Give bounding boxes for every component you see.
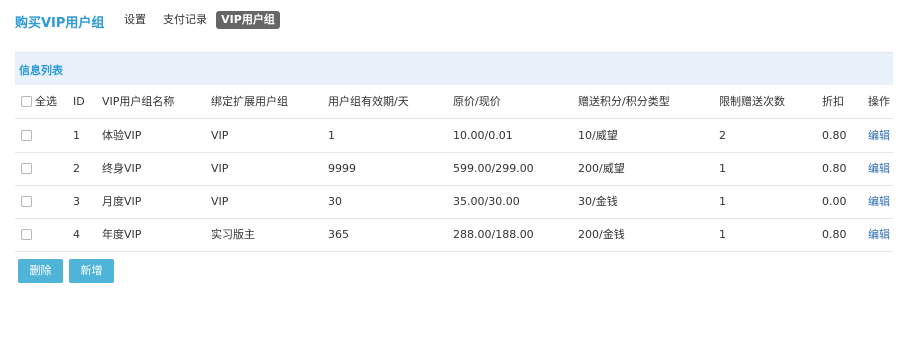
column-header-bind-group: 绑定扩展用户组 <box>211 95 288 108</box>
top-bar: 购买VIP用户组 设置 支付记录 VIP用户组 <box>0 0 910 40</box>
column-header-points: 赠送积分/积分类型 <box>578 95 670 108</box>
column-header-validity: 用户组有效期/天 <box>328 95 409 108</box>
row-validity: 1 <box>328 129 335 142</box>
edit-link[interactable]: 编辑 <box>868 218 890 251</box>
column-header-name: VIP用户组名称 <box>102 95 175 108</box>
row-discount: 0.80 <box>822 162 847 175</box>
row-bind-group: VIP <box>211 195 229 208</box>
panel-title: 信息列表 <box>19 64 63 77</box>
row-id: 4 <box>73 228 80 241</box>
row-limit: 1 <box>719 228 726 241</box>
tab-payment-records[interactable]: 支付记录 <box>163 11 207 29</box>
select-all-checkbox[interactable] <box>21 96 32 107</box>
row-name: 终身VIP <box>102 162 142 175</box>
row-id: 3 <box>73 195 80 208</box>
row-name: 年度VIP <box>102 228 142 241</box>
row-price: 10.00/0.01 <box>453 129 513 142</box>
row-discount: 0.80 <box>822 228 847 241</box>
row-discount: 0.00 <box>822 195 847 208</box>
row-price: 599.00/299.00 <box>453 162 534 175</box>
column-header-limit: 限制赠送次数 <box>719 95 785 108</box>
tab-settings[interactable]: 设置 <box>124 11 146 29</box>
page-title: 购买VIP用户组 <box>15 16 105 31</box>
row-price: 288.00/188.00 <box>453 228 534 241</box>
row-limit: 1 <box>719 162 726 175</box>
edit-link[interactable]: 编辑 <box>868 119 890 152</box>
tab-vip-groups[interactable]: VIP用户组 <box>216 11 280 29</box>
delete-button[interactable]: 删除 <box>18 259 63 283</box>
row-validity: 9999 <box>328 162 356 175</box>
row-limit: 2 <box>719 129 726 142</box>
row-id: 1 <box>73 129 80 142</box>
column-header-price: 原价/现价 <box>453 95 501 108</box>
column-header-action: 操作 <box>868 95 890 108</box>
row-bind-group: VIP <box>211 162 229 175</box>
row-checkbox[interactable] <box>21 130 32 141</box>
row-points: 200/威望 <box>578 162 625 175</box>
select-all-label: 全选 <box>35 95 57 108</box>
row-price: 35.00/30.00 <box>453 195 520 208</box>
add-button[interactable]: 新增 <box>69 259 114 283</box>
table-header: 全选 ID VIP用户组名称 绑定扩展用户组 用户组有效期/天 原价/现价 赠送… <box>15 85 893 119</box>
row-bind-group: VIP <box>211 129 229 142</box>
row-id: 2 <box>73 162 80 175</box>
row-bind-group: 实习版主 <box>211 228 255 241</box>
row-points: 10/威望 <box>578 129 618 142</box>
row-limit: 1 <box>719 195 726 208</box>
row-validity: 365 <box>328 228 349 241</box>
row-checkbox[interactable] <box>21 163 32 174</box>
edit-link[interactable]: 编辑 <box>868 185 890 218</box>
column-header-discount: 折扣 <box>822 95 844 108</box>
table-row: 1 体验VIP VIP 1 10.00/0.01 10/威望 2 0.80 编辑 <box>15 119 893 153</box>
row-checkbox[interactable] <box>21 196 32 207</box>
row-validity: 30 <box>328 195 342 208</box>
edit-link[interactable]: 编辑 <box>868 152 890 185</box>
table-row: 4 年度VIP 实习版主 365 288.00/188.00 200/金钱 1 … <box>15 218 893 252</box>
row-points: 200/金钱 <box>578 228 625 241</box>
column-header-id: ID <box>73 95 85 108</box>
row-name: 体验VIP <box>102 129 142 142</box>
table-row: 3 月度VIP VIP 30 35.00/30.00 30/金钱 1 0.00 … <box>15 185 893 219</box>
row-checkbox[interactable] <box>21 229 32 240</box>
row-points: 30/金钱 <box>578 195 618 208</box>
table-row: 2 终身VIP VIP 9999 599.00/299.00 200/威望 1 … <box>15 152 893 186</box>
row-discount: 0.80 <box>822 129 847 142</box>
row-name: 月度VIP <box>102 195 142 208</box>
panel-header: 信息列表 <box>15 52 893 85</box>
